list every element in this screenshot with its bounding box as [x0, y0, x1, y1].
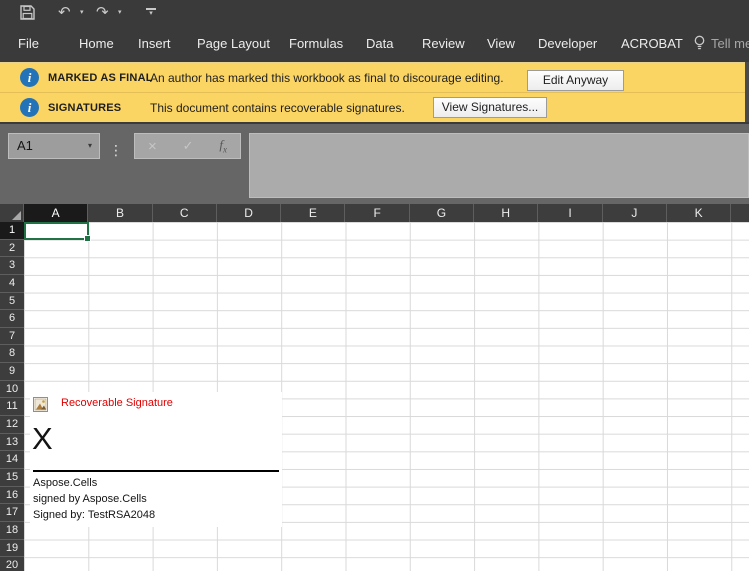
- fx-x: x: [223, 145, 227, 155]
- column-header-e[interactable]: E: [281, 204, 345, 222]
- title-bar: ↶ ▾ ↷ ▾ ▾: [0, 0, 749, 25]
- signature-signed-by: Signed by: TestRSA2048: [33, 509, 155, 521]
- view-signatures-button[interactable]: View Signatures...: [433, 97, 547, 118]
- select-all-corner[interactable]: [0, 204, 24, 222]
- formula-buttons: × ✓ fx: [134, 133, 241, 159]
- ribbon-tabs: Tell me File Home Insert Page Layout Formula…: [0, 25, 749, 62]
- row-header-13[interactable]: 13: [0, 434, 24, 452]
- row-header-8[interactable]: 8: [0, 345, 24, 363]
- row-header-4[interactable]: 4: [0, 275, 24, 293]
- column-header-j[interactable]: J: [603, 204, 667, 222]
- formula-bar-input[interactable]: [249, 133, 749, 198]
- column-header-i[interactable]: I: [538, 204, 602, 222]
- column-header-d[interactable]: D: [217, 204, 281, 222]
- tab-page-layout[interactable]: Page Layout: [197, 25, 270, 62]
- name-box-dropdown-icon[interactable]: ▾: [88, 134, 92, 158]
- enter-icon[interactable]: ✓: [183, 138, 194, 154]
- signatures-banner: i SIGNATURES This document contains reco…: [0, 92, 749, 122]
- row-header-1[interactable]: 1: [0, 222, 24, 240]
- redo-dropdown-icon[interactable]: ▾: [118, 0, 122, 25]
- tab-data[interactable]: Data: [366, 25, 393, 62]
- tab-developer[interactable]: Developer: [538, 25, 597, 62]
- signature-signed-line: signed by Aspose.Cells: [33, 493, 147, 505]
- row-header-20[interactable]: 20: [0, 557, 24, 571]
- tell-me[interactable]: Tell me: [711, 25, 749, 62]
- formula-bar-strip: A1 ▾ ⋮ × ✓ fx: [0, 122, 749, 204]
- signature-line: [33, 470, 279, 472]
- row-header-9[interactable]: 9: [0, 363, 24, 381]
- tab-home[interactable]: Home: [79, 25, 114, 62]
- column-header-b[interactable]: B: [88, 204, 152, 222]
- row-header-2[interactable]: 2: [0, 240, 24, 258]
- row-header-5[interactable]: 5: [0, 293, 24, 311]
- select-all-triangle-icon: [12, 211, 21, 220]
- row-header-16[interactable]: 16: [0, 487, 24, 505]
- row-header-6[interactable]: 6: [0, 310, 24, 328]
- tab-review[interactable]: Review: [422, 25, 465, 62]
- signatures-message: This document contains recoverable signa…: [150, 93, 405, 123]
- formula-bar-separator-dots: ⋮: [109, 143, 123, 157]
- column-header-c[interactable]: C: [153, 204, 217, 222]
- row-headers: 123456789101112131415161718192021: [0, 222, 24, 571]
- row-header-7[interactable]: 7: [0, 328, 24, 346]
- window-edge: [745, 62, 749, 122]
- undo-icon[interactable]: ↶: [58, 0, 71, 25]
- signatures-label: SIGNATURES: [48, 93, 121, 123]
- signature-signer: Aspose.Cells: [33, 477, 97, 489]
- tab-insert[interactable]: Insert: [138, 25, 171, 62]
- column-header-f[interactable]: F: [345, 204, 409, 222]
- tab-view[interactable]: View: [487, 25, 515, 62]
- customize-quick-access-toolbar-icon[interactable]: ▾: [146, 8, 156, 17]
- column-header-h[interactable]: H: [474, 204, 538, 222]
- save-icon[interactable]: [20, 5, 35, 20]
- tab-acrobat[interactable]: ACROBAT: [621, 25, 683, 62]
- row-header-10[interactable]: 10: [0, 381, 24, 399]
- row-header-15[interactable]: 15: [0, 469, 24, 487]
- column-header-g[interactable]: G: [410, 204, 474, 222]
- row-header-12[interactable]: 12: [0, 416, 24, 434]
- column-header-partial[interactable]: [731, 204, 749, 222]
- tab-formulas[interactable]: Formulas: [289, 25, 343, 62]
- signature-status-text: Recoverable Signature: [61, 397, 173, 409]
- signature-x-mark: X: [32, 422, 53, 456]
- insert-function-icon[interactable]: fx: [219, 137, 227, 155]
- tab-file[interactable]: File: [18, 25, 39, 62]
- column-header-a[interactable]: A: [24, 204, 88, 222]
- excel-window: ↶ ▾ ↷ ▾ ▾ Tell me File Home Insert Page Lay…: [0, 0, 749, 571]
- info-icon: i: [20, 98, 39, 117]
- row-header-18[interactable]: 18: [0, 522, 24, 540]
- signature-object[interactable]: Recoverable Signature X Aspose.Cells sig…: [30, 392, 282, 527]
- row-header-11[interactable]: 11: [0, 398, 24, 416]
- customize-chevron: ▾: [146, 10, 156, 17]
- column-headers: ABCDEFGHIJK: [24, 204, 749, 222]
- name-box-value: A1: [17, 134, 33, 158]
- column-header-k[interactable]: K: [667, 204, 731, 222]
- name-box[interactable]: A1 ▾: [8, 133, 100, 159]
- edit-anyway-button[interactable]: Edit Anyway: [527, 70, 624, 91]
- selected-cell-a1[interactable]: [24, 222, 89, 240]
- row-header-17[interactable]: 17: [0, 504, 24, 522]
- signature-image-icon: [33, 397, 48, 412]
- cancel-icon[interactable]: ×: [148, 138, 157, 155]
- tell-me-bulb-icon: [693, 35, 706, 52]
- row-header-14[interactable]: 14: [0, 451, 24, 469]
- row-header-19[interactable]: 19: [0, 540, 24, 558]
- marked-as-final-label: MARKED AS FINAL: [48, 63, 153, 93]
- redo-icon[interactable]: ↷: [96, 0, 109, 25]
- fill-handle[interactable]: [84, 235, 91, 242]
- undo-dropdown-icon[interactable]: ▾: [80, 0, 84, 25]
- row-header-3[interactable]: 3: [0, 257, 24, 275]
- marked-as-final-banner: i MARKED AS FINAL An author has marked t…: [0, 62, 749, 92]
- info-icon: i: [20, 68, 39, 87]
- marked-as-final-message: An author has marked this workbook as fi…: [150, 63, 504, 93]
